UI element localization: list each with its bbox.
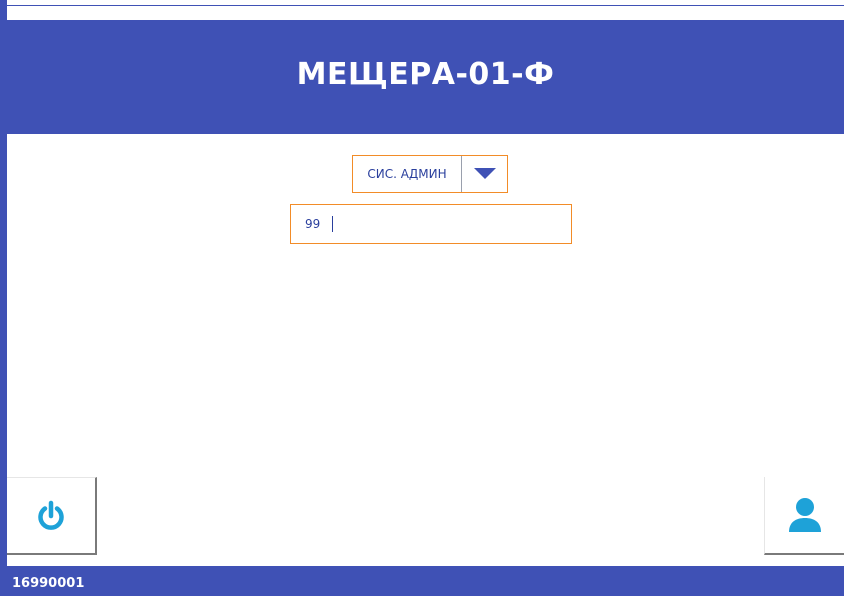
app-title: МЕЩЕРА-01-Ф — [296, 56, 555, 92]
device-serial: 16990001 — [12, 575, 85, 591]
user-button[interactable] — [764, 477, 844, 555]
role-select-dropdown-button[interactable] — [461, 156, 507, 192]
power-icon — [38, 500, 64, 530]
triangle-down-icon — [473, 168, 496, 179]
header-bar: МЕЩЕРА-01-Ф — [7, 20, 844, 134]
frame-top-gap — [7, 0, 844, 5]
power-button[interactable] — [7, 477, 97, 555]
frame-left-border — [0, 0, 7, 596]
login-screen: МЕЩЕРА-01-Ф СИС. АДМИН 16990001 — [0, 0, 844, 596]
role-select[interactable]: СИС. АДМИН — [352, 155, 508, 193]
text-caret — [332, 216, 333, 232]
role-select-value: СИС. АДМИН — [367, 167, 447, 181]
user-icon — [788, 498, 821, 532]
status-bar: 16990001 — [7, 566, 844, 596]
